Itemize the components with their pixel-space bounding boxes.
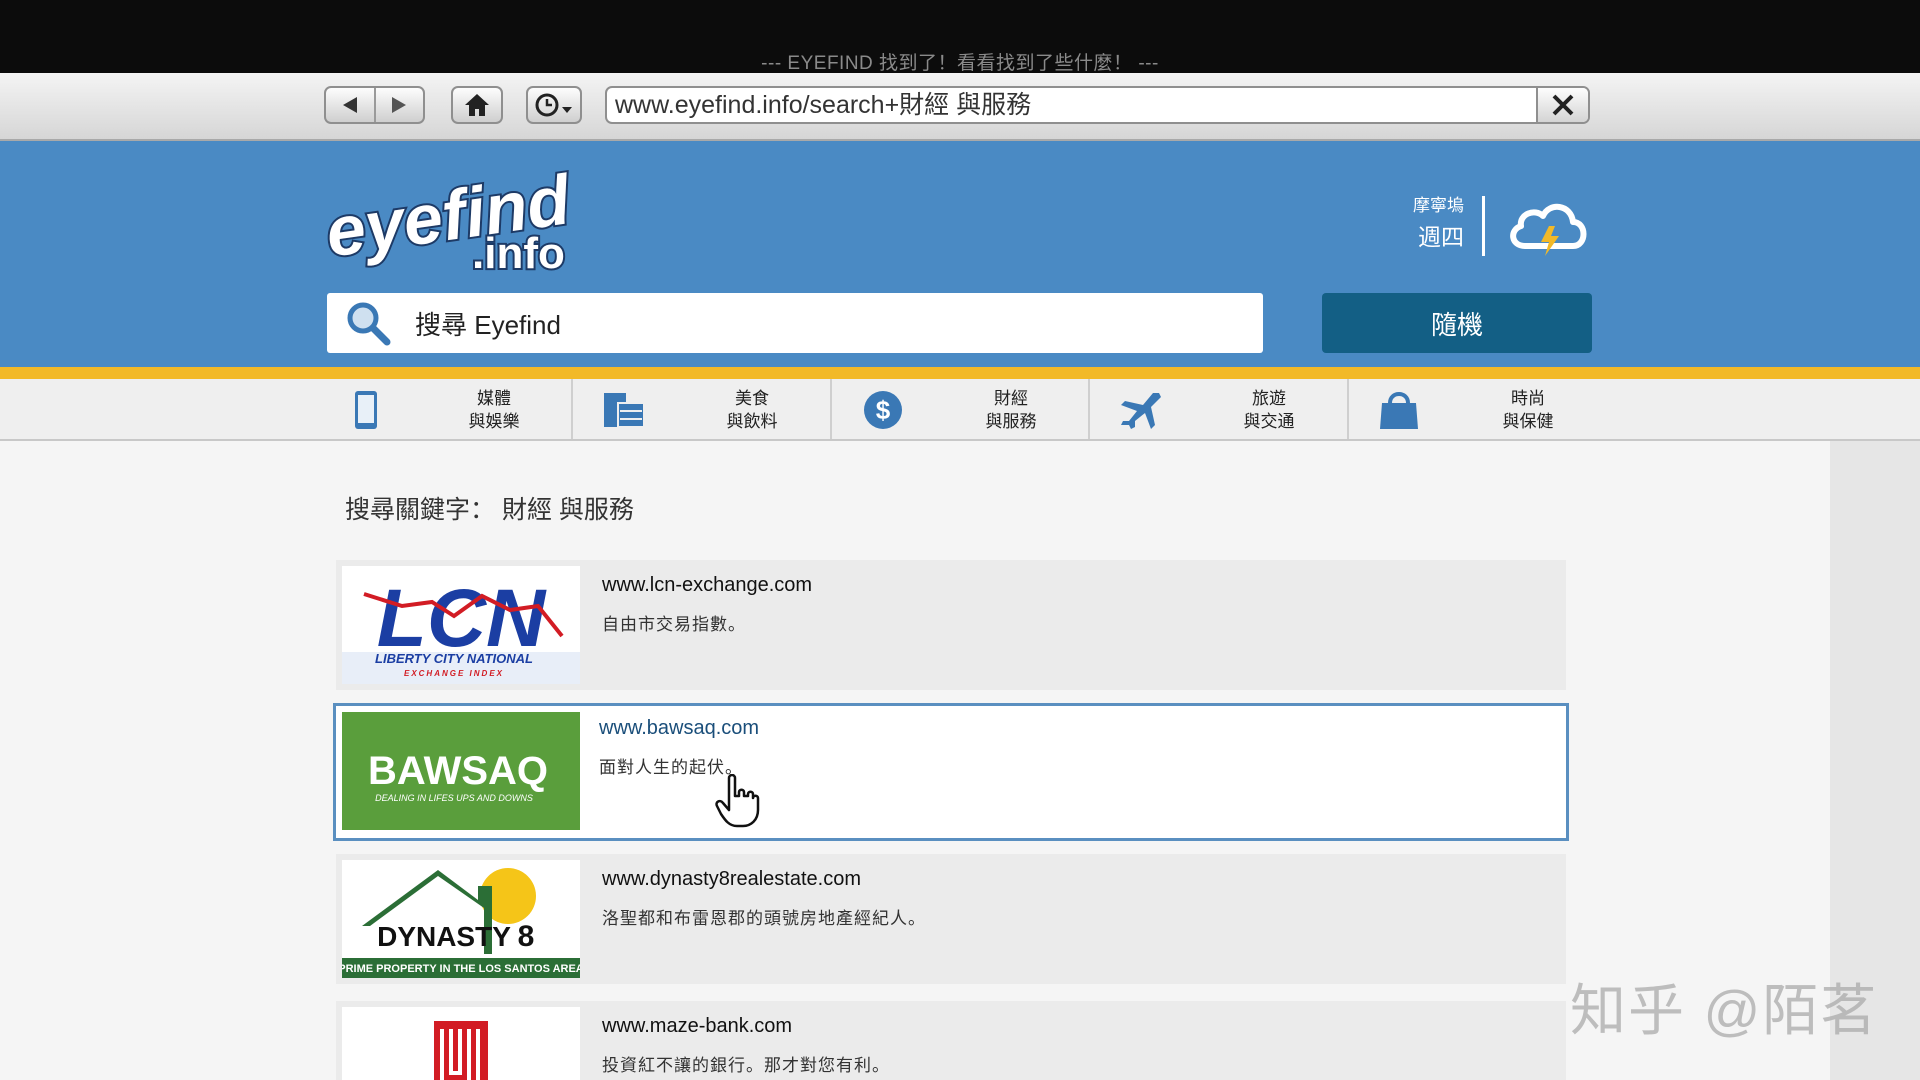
history-clock-icon	[535, 93, 572, 117]
nav-item-label: 財經 與服務	[985, 389, 1037, 431]
address-bar[interactable]: www.eyefind.info/search+財經 與服務	[605, 86, 1590, 124]
svg-text:PRIME PROPERTY IN THE LOS SANT: PRIME PROPERTY IN THE LOS SANTOS AREA	[342, 963, 580, 975]
nav-item-travel[interactable]: 旅遊 與交通	[1105, 379, 1363, 439]
search-bar[interactable]: 搜尋 Eyefind	[327, 293, 1263, 353]
nav-separator	[571, 379, 573, 439]
bawsaq-logo[interactable]: BAWSAQ DEALING IN LIFES UPS AND DOWNS	[342, 712, 580, 830]
nav-item-media[interactable]: 媒體 與娛樂	[330, 379, 588, 439]
lcn-logo[interactable]: LCN LIBERTY CITY NATIONAL EXCHANGE INDEX	[342, 566, 580, 684]
search-result-maze-bank[interactable]: www.maze-bank.com 投資紅不讓的銀行。那才對您有利。	[336, 1001, 1566, 1080]
logo-info-text: .info	[472, 229, 565, 278]
close-button[interactable]	[1536, 88, 1588, 122]
nav-separator	[830, 379, 832, 439]
home-button[interactable]	[451, 86, 503, 124]
search-result-lcn[interactable]: LCN LIBERTY CITY NATIONAL EXCHANGE INDEX…	[336, 560, 1566, 690]
maze-bank-logo[interactable]	[342, 1007, 580, 1080]
nav-item-food[interactable]: 美食 與飲料	[588, 379, 846, 439]
random-button[interactable]: 隨機	[1322, 293, 1592, 353]
forward-arrow-icon	[392, 97, 407, 113]
weather-location: 摩寧塢	[1413, 196, 1464, 215]
result-url[interactable]: www.bawsaq.com	[599, 717, 759, 740]
back-forward-group	[324, 86, 425, 124]
url-input[interactable]: www.eyefind.info/search+財經 與服務	[607, 88, 1536, 122]
result-url[interactable]: www.maze-bank.com	[602, 1015, 792, 1038]
shopping-bag-icon	[1380, 392, 1418, 429]
close-icon	[1552, 94, 1574, 116]
storm-cloud-icon	[1510, 204, 1587, 256]
svg-text:LIBERTY CITY NATIONAL: LIBERTY CITY NATIONAL	[375, 651, 533, 666]
weather-widget: 摩寧塢 週四	[1360, 195, 1464, 253]
watermark-text: 知乎 @陌茗	[1570, 979, 1879, 1042]
svg-text:$: $	[876, 395, 891, 425]
hand-pointer-cursor-icon	[715, 774, 760, 828]
result-url[interactable]: www.dynasty8realestate.com	[602, 868, 861, 891]
result-description: 自由市交易指數。	[602, 615, 746, 634]
nav-item-fashion[interactable]: 時尚 與保健	[1364, 379, 1622, 439]
nav-item-label: 美食 與飲料	[726, 389, 778, 431]
search-input[interactable]: 搜尋 Eyefind	[415, 305, 561, 342]
result-description: 投資紅不讓的銀行。那才對您有利。	[602, 1056, 890, 1075]
nav-item-label: 媒體 與娛樂	[468, 389, 520, 431]
phone-icon	[355, 391, 377, 429]
header-accent-stripe	[0, 367, 1920, 379]
svg-text:EXCHANGE INDEX: EXCHANGE INDEX	[404, 669, 504, 678]
airplane-icon	[1121, 393, 1161, 429]
weather-divider	[1482, 196, 1485, 256]
nav-item-label: 時尚 與保健	[1502, 389, 1554, 431]
dynasty8-logo[interactable]: DYNASTY 8 PRIME PROPERTY IN THE LOS SANT…	[342, 860, 580, 978]
eyefind-logo[interactable]: eyefind .info	[322, 160, 602, 282]
nav-item-label: 旅遊 與交通	[1243, 389, 1295, 431]
category-nav: 媒體 與娛樂 美食 與飲料 $ 財經 與服務 旅遊 與交通 時尚 與保健	[0, 379, 1920, 441]
svg-text:DYNASTY: DYNASTY	[377, 921, 511, 952]
search-query-heading: 搜尋關鍵字： 財經 與服務	[345, 496, 634, 524]
back-button[interactable]	[326, 88, 376, 122]
search-icon	[347, 302, 391, 346]
back-arrow-icon	[342, 97, 357, 113]
weather-weekday: 週四	[1418, 224, 1464, 250]
search-result-bawsaq[interactable]: BAWSAQ DEALING IN LIFES UPS AND DOWNS ww…	[333, 703, 1569, 841]
dollar-icon: $	[864, 391, 902, 429]
food-icon	[604, 393, 645, 428]
svg-text:8: 8	[518, 920, 535, 953]
browser-toolbar: www.eyefind.info/search+財經 與服務	[0, 73, 1920, 141]
nav-separator	[1088, 379, 1090, 439]
history-button[interactable]	[526, 86, 582, 124]
svg-text:DEALING IN LIFES UPS AND DOWNS: DEALING IN LIFES UPS AND DOWNS	[375, 793, 533, 803]
home-icon	[465, 94, 489, 116]
result-url[interactable]: www.lcn-exchange.com	[602, 574, 812, 597]
search-result-dynasty8[interactable]: DYNASTY 8 PRIME PROPERTY IN THE LOS SANT…	[336, 854, 1566, 984]
nav-separator	[1347, 379, 1349, 439]
svg-text:BAWSAQ: BAWSAQ	[368, 749, 548, 793]
window-title-bar: --- EYEFIND 找到了！看看找到了些什麼！ ---	[0, 0, 1920, 74]
result-description: 洛聖都和布雷恩郡的頭號房地產經紀人。	[602, 909, 926, 928]
window-title: --- EYEFIND 找到了！看看找到了些什麼！ ---	[761, 53, 1159, 74]
forward-button[interactable]	[376, 88, 424, 122]
nav-item-finance[interactable]: $ 財經 與服務	[847, 379, 1105, 439]
